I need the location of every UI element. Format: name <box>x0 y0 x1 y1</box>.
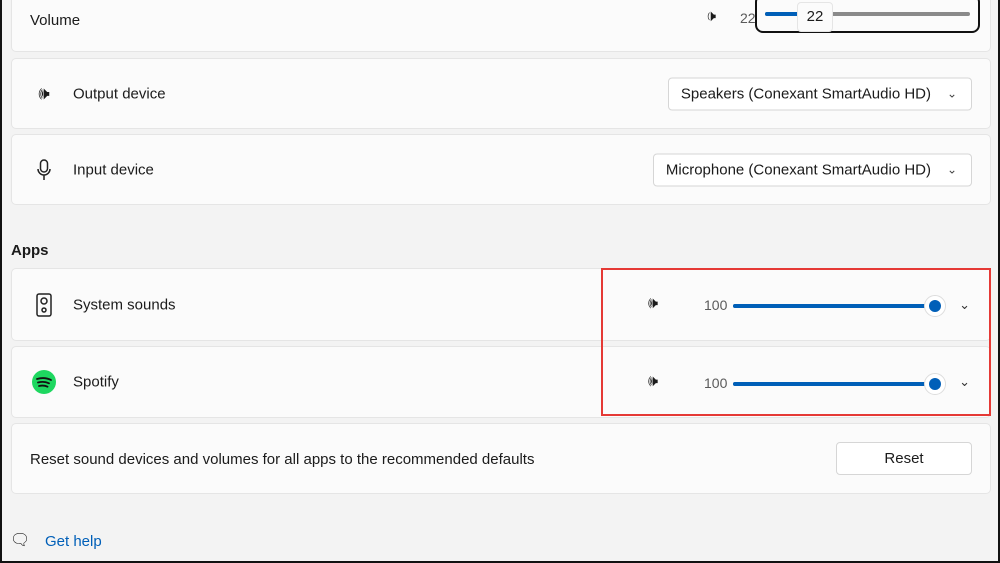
volume-row: Volume 🕩 22 22 <box>11 0 991 52</box>
app-name: Spotify <box>73 373 119 391</box>
sound-settings: Volume 🕩 22 22 🕪 Output device Speakers … <box>0 0 1000 563</box>
help-icon: 🗨 <box>10 532 31 549</box>
output-device-row: 🕪 Output device Speakers (Conexant Smart… <box>11 58 991 129</box>
volume-label: Volume <box>30 12 81 29</box>
reset-button[interactable]: Reset <box>836 442 972 475</box>
get-help-link[interactable]: Get help <box>45 533 102 550</box>
highlight-box <box>601 268 991 416</box>
apps-heading: Apps <box>11 242 49 259</box>
output-device-label: Output device <box>73 85 166 102</box>
chevron-down-icon: ⌄ <box>946 162 957 176</box>
microphone-icon <box>32 158 56 182</box>
volume-slider-highlight: 22 <box>755 0 980 33</box>
app-name: System sounds <box>73 296 176 313</box>
input-device-value: Microphone (Conexant SmartAudio HD) <box>665 161 931 178</box>
input-device-row: Input device Microphone (Conexant SmartA… <box>11 134 991 205</box>
volume-value: 22 <box>740 10 756 26</box>
output-device-dropdown[interactable]: Speakers (Conexant SmartAudio HD) ⌄ <box>667 77 972 110</box>
volume-tooltip: 22 <box>797 2 833 32</box>
speaker-icon: 🕪 <box>38 83 50 103</box>
reset-row: Reset sound devices and volumes for all … <box>11 423 991 494</box>
chevron-down-icon: ⌄ <box>946 86 957 100</box>
spotify-icon <box>32 370 56 394</box>
reset-description: Reset sound devices and volumes for all … <box>30 451 535 468</box>
input-device-label: Input device <box>73 161 154 178</box>
input-device-dropdown[interactable]: Microphone (Conexant SmartAudio HD) ⌄ <box>652 153 972 186</box>
volume-slider[interactable] <box>765 12 970 16</box>
speaker-icon[interactable]: 🕩 <box>706 8 716 26</box>
system-sounds-icon <box>32 292 56 317</box>
output-device-value: Speakers (Conexant SmartAudio HD) <box>680 85 931 102</box>
